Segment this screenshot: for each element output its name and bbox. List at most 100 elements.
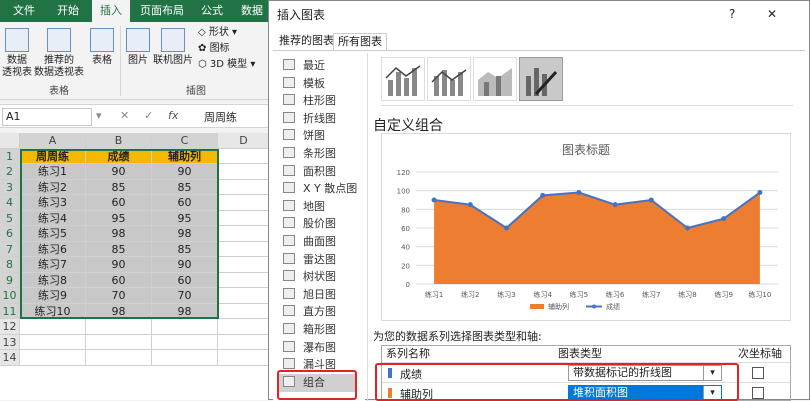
name-box[interactable]: A1 (2, 108, 92, 126)
table-cell[interactable]: 85 (86, 241, 152, 257)
chart-type-item[interactable]: 雷达图 (283, 251, 336, 269)
chart-type-item[interactable]: 旭日图 (283, 286, 336, 304)
row-header[interactable]: 5 (0, 210, 20, 226)
table-cell[interactable]: 90 (86, 164, 152, 180)
chart-type-item[interactable]: 折线图 (283, 110, 336, 128)
table-cell[interactable] (218, 179, 270, 195)
row-header[interactable]: 14 (0, 350, 20, 366)
chart-type-item[interactable]: 柱形图 (283, 92, 336, 110)
chart-type-item[interactable]: 地图 (283, 198, 325, 216)
chart-type-item[interactable]: 箱形图 (283, 321, 336, 339)
column-header[interactable]: B (86, 133, 152, 149)
row-header[interactable]: 9 (0, 272, 20, 288)
chart-type-item[interactable]: 最近 (283, 57, 325, 75)
tab-file[interactable]: 文件 (4, 0, 44, 22)
header-cell[interactable]: 成绩 (86, 148, 152, 164)
shapes-button[interactable]: ◇ 形状 ▾ (198, 26, 237, 40)
column-header[interactable]: D (218, 133, 270, 149)
table-cell[interactable] (218, 164, 270, 180)
combo-thumb-2[interactable] (427, 57, 471, 101)
table-cell[interactable]: 练习8 (20, 272, 86, 288)
table-cell[interactable] (218, 272, 270, 288)
table-cell[interactable] (86, 319, 152, 335)
table-cell[interactable] (218, 226, 270, 242)
table-cell[interactable]: 85 (86, 179, 152, 195)
row-header[interactable]: 12 (0, 319, 20, 335)
table-cell[interactable]: 95 (152, 210, 218, 226)
row-header[interactable]: 13 (0, 334, 20, 350)
chart-type-item[interactable]: 曲面图 (283, 233, 336, 251)
header-cell[interactable]: 辅助列 (152, 148, 218, 164)
table-cell[interactable] (86, 350, 152, 366)
confirm-icon[interactable]: ✓ (144, 109, 153, 122)
table-cell[interactable]: 98 (86, 303, 152, 319)
recommended-pivot-button[interactable]: 推荐的 数据透视表 (32, 28, 86, 79)
table-cell[interactable]: 练习4 (20, 210, 86, 226)
table-cell[interactable]: 85 (152, 241, 218, 257)
header-cell[interactable]: 周周练 (20, 148, 86, 164)
table-cell[interactable]: 85 (152, 179, 218, 195)
table-cell[interactable]: 练习2 (20, 179, 86, 195)
table-cell[interactable] (20, 334, 86, 350)
table-cell[interactable] (218, 148, 270, 164)
table-cell[interactable]: 90 (86, 257, 152, 273)
3d-model-button[interactable]: ⬡ 3D 模型 ▾ (198, 58, 255, 72)
secondary-axis-checkbox[interactable] (752, 387, 764, 399)
secondary-axis-checkbox[interactable] (752, 367, 764, 379)
table-cell[interactable]: 98 (152, 303, 218, 319)
online-picture-button[interactable]: 联机图片 (152, 28, 194, 67)
table-cell[interactable] (218, 288, 270, 304)
row-header[interactable]: 4 (0, 195, 20, 211)
close-icon[interactable]: ✕ (767, 7, 777, 21)
table-cell[interactable] (218, 303, 270, 319)
table-cell[interactable]: 练习7 (20, 257, 86, 273)
tab-home[interactable]: 开始 (48, 0, 88, 22)
chart-type-item[interactable]: 树状图 (283, 268, 336, 286)
cancel-icon[interactable]: ✕ (120, 109, 129, 122)
table-cell[interactable]: 练习9 (20, 288, 86, 304)
table-cell[interactable]: 70 (86, 288, 152, 304)
table-cell[interactable]: 练习3 (20, 195, 86, 211)
table-cell[interactable] (20, 319, 86, 335)
table-cell[interactable]: 70 (152, 288, 218, 304)
combo-thumb-3[interactable] (473, 57, 517, 101)
table-cell[interactable] (218, 319, 270, 335)
tab-insert[interactable]: 插入 (92, 0, 130, 22)
row-header[interactable]: 10 (0, 288, 20, 304)
row-header[interactable]: 8 (0, 257, 20, 273)
icons-button[interactable]: ✿ 图标 (198, 42, 230, 56)
formula-input[interactable]: 周周练 (204, 109, 237, 125)
table-cell[interactable] (218, 334, 270, 350)
picture-button[interactable]: 图片 (124, 28, 152, 67)
tab-data[interactable]: 数据 (234, 0, 270, 22)
tab-formulas[interactable]: 公式 (194, 0, 230, 22)
combo-thumb-1[interactable] (381, 57, 425, 101)
table-cell[interactable] (86, 334, 152, 350)
fx-icon[interactable]: fx (168, 109, 178, 122)
table-cell[interactable]: 练习10 (20, 303, 86, 319)
table-cell[interactable]: 98 (86, 226, 152, 242)
row-header[interactable]: 2 (0, 164, 20, 180)
table-cell[interactable]: 98 (152, 226, 218, 242)
table-button[interactable]: 表格 (88, 28, 116, 67)
table-cell[interactable] (218, 195, 270, 211)
pivot-table-button[interactable]: 数据 透视表 (2, 28, 32, 79)
table-cell[interactable] (218, 241, 270, 257)
row-header[interactable]: 11 (0, 303, 20, 319)
column-header[interactable]: C (152, 133, 218, 149)
namebox-dropdown-icon[interactable]: ▾ (96, 109, 102, 122)
table-cell[interactable] (218, 210, 270, 226)
chart-type-item[interactable]: 直方图 (283, 303, 336, 321)
table-cell[interactable]: 60 (152, 195, 218, 211)
chart-type-item[interactable]: 面积图 (283, 163, 336, 181)
table-cell[interactable] (218, 350, 270, 366)
table-cell[interactable] (152, 334, 218, 350)
tab-all-charts[interactable]: 所有图表 (333, 33, 387, 50)
combo-thumb-custom[interactable] (519, 57, 563, 101)
table-cell[interactable]: 练习6 (20, 241, 86, 257)
table-cell[interactable]: 练习1 (20, 164, 86, 180)
table-cell[interactable] (152, 319, 218, 335)
chart-type-item[interactable]: 条形图 (283, 145, 336, 163)
row-header[interactable]: 3 (0, 179, 20, 195)
row-header[interactable]: 1 (0, 148, 20, 164)
